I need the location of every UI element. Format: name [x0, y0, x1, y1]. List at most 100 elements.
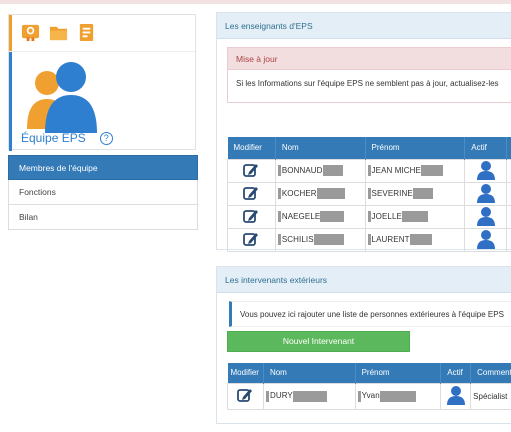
nom-cell: NAEGELE: [274, 204, 366, 229]
module-title: Équipe EPS: [21, 131, 86, 145]
redaction-bar: [277, 211, 281, 222]
teachers-table-header: Modifier Nom Prénom Actif Re: [227, 137, 511, 159]
prenom-cell: JOELLE: [364, 204, 466, 229]
col-commentaire: Comment: [470, 363, 511, 383]
nom-text: DURY: [269, 391, 293, 401]
table-row: BONNAUD JEAN MICHE: [227, 158, 511, 183]
col-modifier: Modifier: [227, 363, 264, 383]
teachers-panel: Les enseignants d'EPS Mise à jour Si les…: [216, 12, 511, 252]
prenom-cell: LAURENT: [364, 227, 466, 252]
nom-text: NAEGELE: [281, 211, 321, 221]
col-modifier: Modifier: [227, 137, 276, 159]
role-cell: [506, 204, 511, 229]
edit-icon[interactable]: [237, 387, 253, 403]
sidebar-item-membres[interactable]: Membres de l'équipe: [8, 155, 198, 180]
active-user-icon: [446, 386, 465, 405]
active-user-icon: [476, 160, 495, 180]
col-nom: Nom: [275, 137, 366, 159]
redaction-bar: [277, 165, 281, 176]
team-people-icon: [27, 62, 97, 133]
table-row: SCHILIS LAURENT: [227, 227, 511, 252]
document-icon[interactable]: [77, 23, 96, 42]
redaction-bar: [265, 390, 269, 402]
redaction-bar: [421, 165, 443, 176]
actif-cell: [464, 204, 507, 229]
edit-icon[interactable]: [243, 185, 259, 201]
external-panel-title: Les intervenants extérieurs: [217, 267, 511, 293]
redaction-bar: [367, 211, 371, 222]
nom-text: KOCHER: [281, 188, 317, 198]
prenom-cell: JEAN MICHE: [364, 158, 466, 183]
redaction-bar: [277, 234, 281, 245]
table-row: KOCHER SEVERINE: [227, 181, 511, 206]
nom-cell: KOCHER: [274, 181, 366, 206]
col-prenom: Prénom: [365, 137, 466, 159]
prenom-cell: SEVERINE: [364, 181, 466, 206]
external-info-text: Vous pouvez ici rajouter une liste de pe…: [229, 301, 511, 327]
table-row: NAEGELE JOELLE: [227, 204, 511, 229]
module-toolbar: [21, 23, 96, 42]
active-user-icon: [476, 229, 495, 249]
sidebar-item-bilan[interactable]: Bilan: [8, 205, 198, 230]
actif-cell: [464, 227, 507, 252]
nom-cell: BONNAUD: [274, 158, 366, 183]
redaction-bar: [409, 234, 432, 245]
edit-icon[interactable]: [243, 208, 259, 224]
redaction-bar: [367, 188, 371, 199]
external-panel: Les intervenants extérieurs Vous pouvez …: [216, 266, 511, 424]
actif-cell: [464, 181, 507, 206]
redaction-bar: [322, 165, 343, 176]
redaction-bar: [367, 165, 371, 176]
external-table-header: Modifier Nom Prénom Actif Comment: [227, 363, 511, 383]
external-table: Modifier Nom Prénom Actif Comment DURY Y…: [227, 363, 511, 410]
prenom-text: Yvan: [361, 391, 380, 401]
prenom-text: JEAN MICHE: [371, 165, 421, 175]
card-divider: [9, 51, 197, 52]
folder-icon[interactable]: [49, 23, 68, 42]
redaction-bar: [401, 211, 428, 222]
redaction-bar: [320, 211, 345, 222]
actif-cell: [464, 158, 507, 183]
redaction-bar: [313, 234, 344, 245]
nom-text: BONNAUD: [281, 165, 323, 175]
nom-cell: DURY: [262, 382, 356, 410]
actif-cell: [440, 382, 472, 410]
edit-cell: [227, 181, 276, 206]
teachers-panel-title: Les enseignants d'EPS: [217, 13, 511, 39]
help-icon[interactable]: ?: [99, 131, 113, 145]
sidebar-item-fonctions[interactable]: Fonctions: [8, 180, 198, 205]
edit-cell: [227, 158, 276, 183]
table-row: DURY Yvan Spécialist: [227, 382, 511, 410]
redaction-bar: [379, 390, 416, 402]
redaction-bar: [292, 390, 327, 402]
edit-cell: [227, 204, 276, 229]
top-status-strip: [0, 0, 511, 4]
prenom-text: LAURENT: [371, 234, 410, 244]
add-intervenant-button[interactable]: Nouvel Intervenant: [227, 331, 410, 352]
nom-cell: SCHILIS: [274, 227, 366, 252]
update-alert: Mise à jour Si les Informations sur l'éq…: [227, 47, 511, 103]
col-actif: Actif: [440, 363, 472, 383]
edit-icon[interactable]: [243, 162, 259, 178]
redaction-bar: [367, 234, 371, 245]
redaction-bar: [277, 188, 281, 199]
update-alert-text: Si les Informations sur l'équipe EPS ne …: [236, 79, 499, 88]
col-actif: Actif: [464, 137, 507, 159]
prenom-text: SEVERINE: [371, 188, 413, 198]
nom-text: SCHILIS: [281, 234, 314, 244]
update-alert-title: Mise à jour: [228, 48, 511, 70]
comment-cell: Spécialist: [470, 382, 511, 410]
redaction-bar: [357, 390, 361, 402]
prenom-text: JOELLE: [371, 211, 402, 221]
edit-icon[interactable]: [243, 231, 259, 247]
award-icon[interactable]: [21, 23, 40, 42]
role-cell: [506, 181, 511, 206]
active-user-icon: [476, 183, 495, 203]
redaction-bar: [412, 188, 433, 199]
module-card: Équipe EPS ?: [8, 14, 197, 151]
sidebar-nav: Membres de l'équipe Fonctions Bilan: [8, 155, 198, 230]
edit-cell: [227, 227, 276, 252]
col-nom: Nom: [263, 363, 356, 383]
module-title-row: Équipe EPS ?: [21, 131, 113, 145]
teachers-table: Modifier Nom Prénom Actif Re BONNAUD JEA…: [227, 137, 511, 252]
